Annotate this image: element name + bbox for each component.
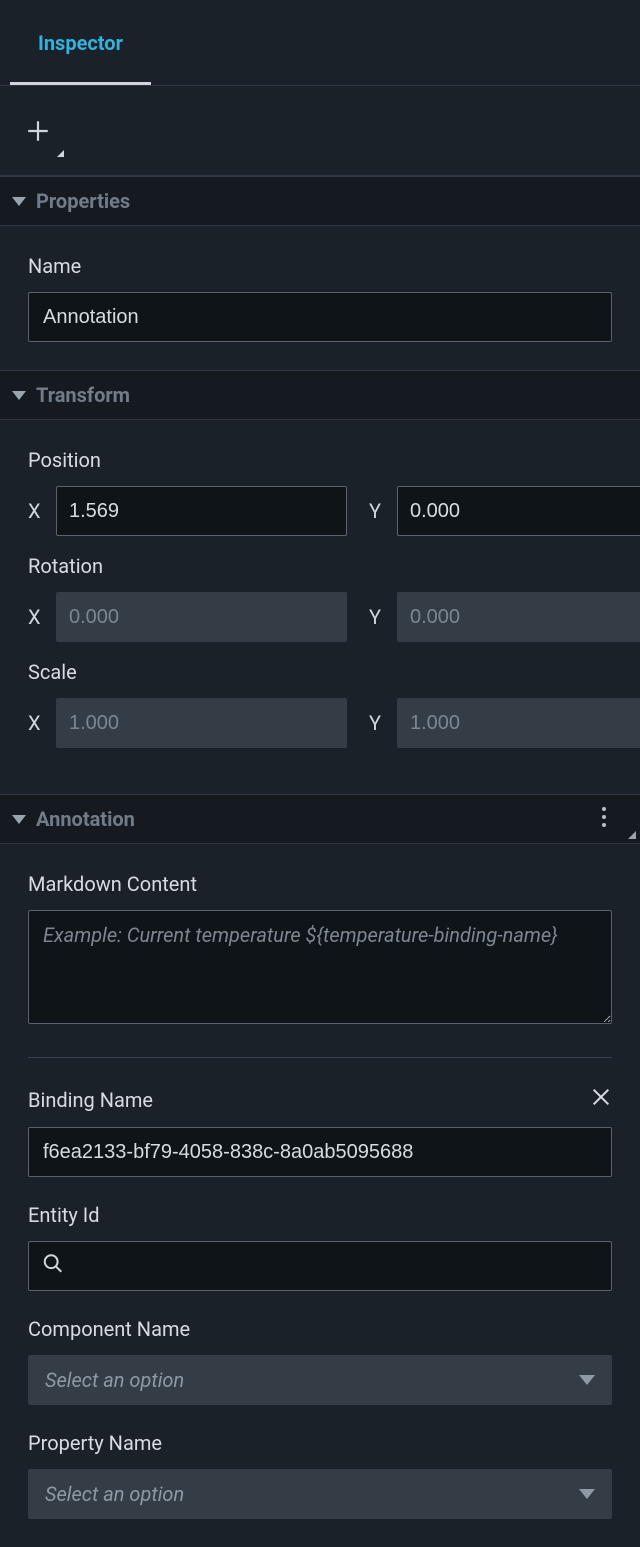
- remove-binding-button[interactable]: [590, 1086, 612, 1113]
- component-name-placeholder: Select an option: [45, 1368, 184, 1392]
- property-name-label: Property Name: [28, 1431, 612, 1455]
- section-title-properties: Properties: [36, 189, 130, 213]
- axis-y-label: Y: [369, 605, 385, 629]
- resize-handle-icon: [628, 831, 636, 839]
- binding-name-label: Binding Name: [28, 1088, 153, 1112]
- scale-x-input: [56, 698, 347, 748]
- plus-icon: [25, 118, 51, 144]
- axis-x-label: X: [28, 605, 44, 629]
- add-button[interactable]: [18, 111, 58, 151]
- chevron-down-icon: [579, 1375, 595, 1385]
- section-menu-button[interactable]: [602, 807, 606, 827]
- markdown-content-textarea[interactable]: [28, 910, 612, 1024]
- collapse-icon: [12, 815, 26, 824]
- scale-row: X Y Z: [28, 698, 612, 748]
- collapse-icon: [12, 197, 26, 206]
- property-name-placeholder: Select an option: [45, 1482, 184, 1506]
- toolbar-row: [0, 86, 640, 176]
- section-title-transform: Transform: [36, 383, 130, 407]
- scale-label: Scale: [28, 660, 612, 684]
- chevron-down-icon: [579, 1489, 595, 1499]
- position-label: Position: [28, 448, 612, 472]
- section-header-annotation[interactable]: Annotation: [0, 794, 640, 844]
- tab-inspector-label: Inspector: [38, 31, 123, 55]
- entity-id-input[interactable]: [28, 1241, 612, 1291]
- section-header-properties[interactable]: Properties: [0, 176, 640, 226]
- section-body-annotation: Markdown Content Binding Name Entity Id …: [0, 844, 640, 1547]
- section-title-annotation: Annotation: [36, 807, 135, 831]
- divider: [28, 1057, 612, 1058]
- search-icon: [42, 1253, 64, 1280]
- rotation-label: Rotation: [28, 554, 612, 578]
- section-header-transform[interactable]: Transform: [0, 370, 640, 420]
- binding-name-input[interactable]: [28, 1127, 612, 1177]
- position-x-input[interactable]: [56, 486, 347, 536]
- property-name-select[interactable]: Select an option: [28, 1469, 612, 1519]
- tab-inspector[interactable]: Inspector: [10, 1, 151, 85]
- component-name-label: Component Name: [28, 1317, 612, 1341]
- axis-y-label: Y: [369, 711, 385, 735]
- entity-id-label: Entity Id: [28, 1203, 612, 1227]
- rotation-y-input: [397, 592, 640, 642]
- section-body-transform: Position X Y Z Rotation X Y Z Scale X Y …: [0, 420, 640, 794]
- markdown-content-label: Markdown Content: [28, 872, 612, 896]
- close-icon: [590, 1086, 612, 1108]
- position-y-input[interactable]: [397, 486, 640, 536]
- component-name-select[interactable]: Select an option: [28, 1355, 612, 1405]
- section-body-properties: Name: [0, 226, 640, 370]
- axis-x-label: X: [28, 499, 44, 523]
- tab-bar: Inspector: [0, 0, 640, 86]
- dropdown-caret-icon: [57, 150, 64, 157]
- inspector-panel: Inspector Properties Name Transform Posi…: [0, 0, 640, 1547]
- entity-id-search: [28, 1241, 612, 1291]
- axis-x-label: X: [28, 711, 44, 735]
- rotation-x-input: [56, 592, 347, 642]
- scale-y-input: [397, 698, 640, 748]
- name-label: Name: [28, 254, 612, 278]
- axis-y-label: Y: [369, 499, 385, 523]
- rotation-row: X Y Z: [28, 592, 612, 642]
- position-row: X Y Z: [28, 486, 612, 536]
- name-input[interactable]: [28, 292, 612, 342]
- collapse-icon: [12, 391, 26, 400]
